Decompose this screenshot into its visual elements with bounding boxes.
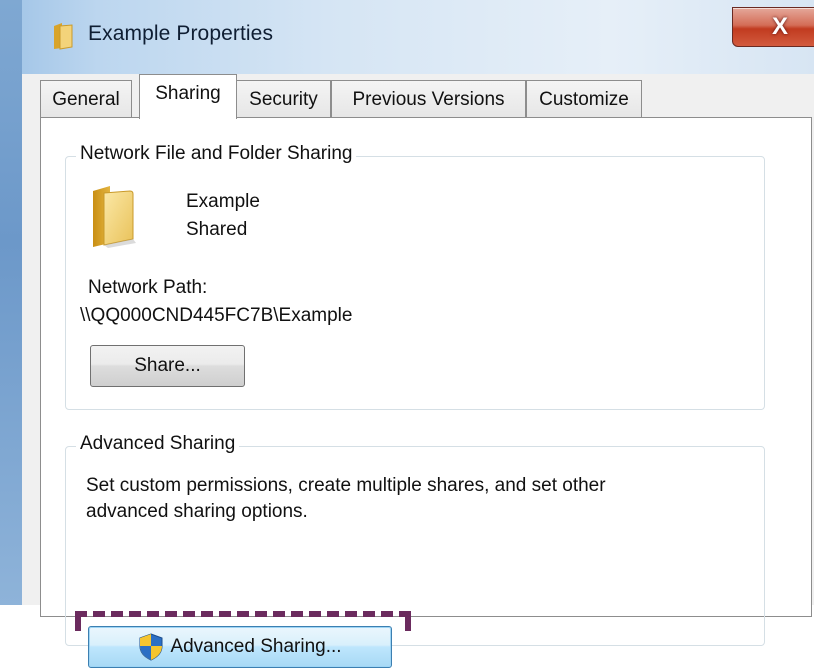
tab-previous-versions-label: Previous Versions <box>352 88 505 110</box>
tab-sharing-label: Sharing <box>155 83 221 104</box>
tab-previous-versions[interactable]: Previous Versions <box>331 80 526 118</box>
folder-icon <box>54 23 73 50</box>
advanced-sharing-button[interactable]: Advanced Sharing... <box>88 626 392 668</box>
window-left-edge <box>0 0 22 605</box>
tab-customize-label: Customize <box>539 88 629 110</box>
advanced-sharing-button-label: Advanced Sharing... <box>170 636 342 657</box>
title-bar[interactable]: Example Properties X <box>22 0 814 74</box>
advanced-sharing-description-line2: advanced sharing options. <box>86 501 308 522</box>
share-button-label: Share... <box>134 355 201 376</box>
folder-icon <box>93 186 136 248</box>
uac-shield-icon <box>139 633 163 661</box>
folder-name: Example <box>186 191 260 212</box>
network-path-value: \\QQ000CND445FC7B\Example <box>80 305 353 326</box>
dialog-client: General Sharing Security Previous Versio… <box>22 74 814 668</box>
close-button[interactable]: X <box>732 7 814 47</box>
share-status: Shared <box>186 219 248 240</box>
sharing-tab-panel: Network File and Folder Sharing Example … <box>40 117 812 668</box>
tab-security-label: Security <box>249 88 318 110</box>
advanced-sharing-group-title: Advanced Sharing <box>76 433 240 455</box>
window-title: Example Properties <box>88 22 274 45</box>
tab-general-label: General <box>52 88 120 110</box>
close-icon: X <box>771 13 788 40</box>
advanced-sharing-description-line1: Set custom permissions, create multiple … <box>86 475 606 496</box>
tab-customize[interactable]: Customize <box>526 80 642 118</box>
tab-security[interactable]: Security <box>236 80 331 118</box>
tab-sharing[interactable]: Sharing <box>139 74 237 119</box>
network-path-label: Network Path: <box>88 277 208 298</box>
share-button[interactable]: Share... <box>90 345 245 387</box>
network-sharing-group: Network File and Folder Sharing Example … <box>65 143 765 410</box>
tab-general[interactable]: General <box>40 80 132 118</box>
window-frame: Example Properties X General Sharing Sec… <box>0 0 814 668</box>
network-sharing-group-title: Network File and Folder Sharing <box>76 143 357 165</box>
